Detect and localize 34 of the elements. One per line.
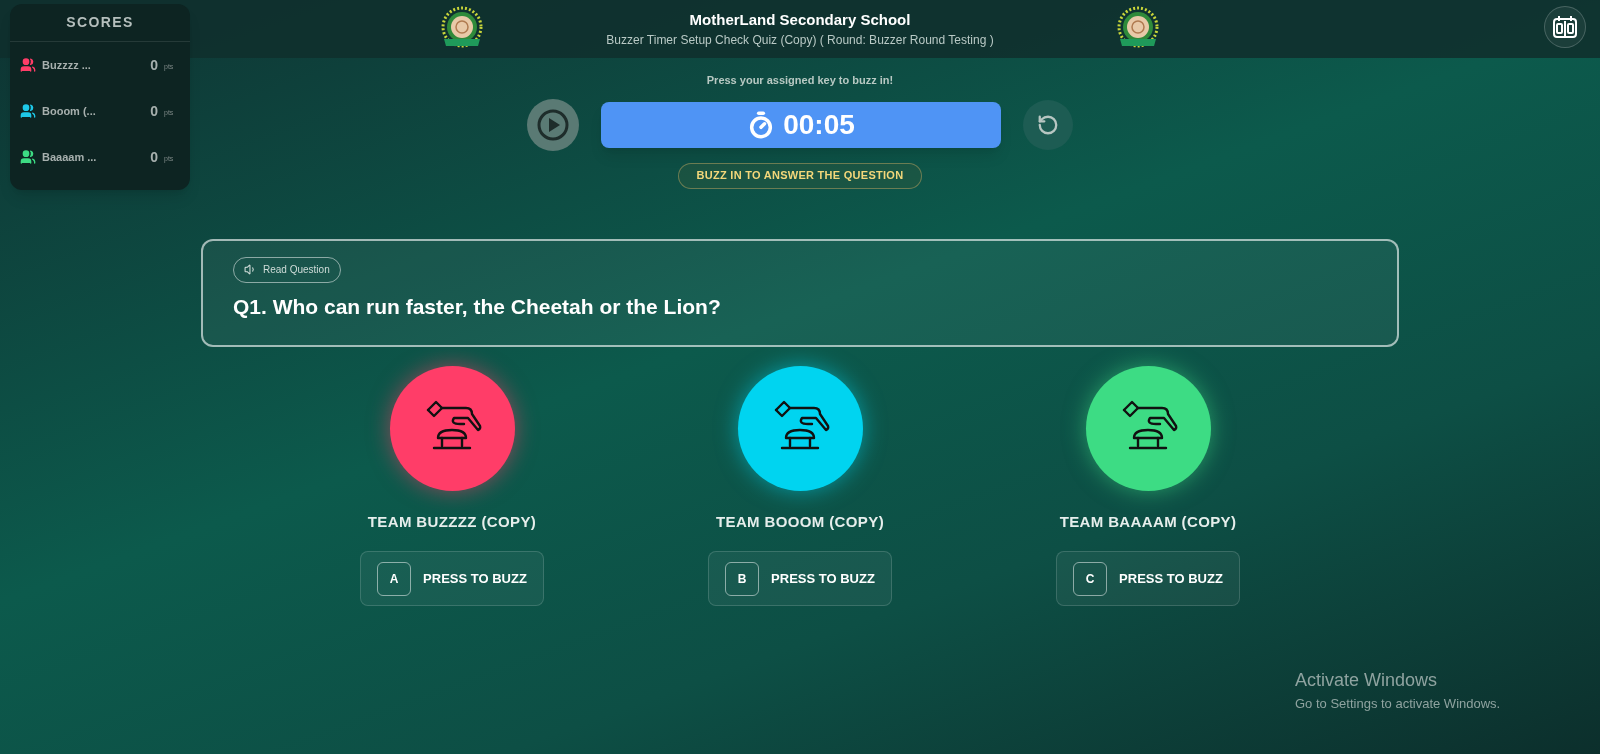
team-points: 0 [150,101,158,121]
team-label: TEAM BUZZZZ (COPY) [367,511,537,532]
reset-button[interactable] [1023,99,1073,150]
buzz-hint: Press your assigned key to buzz in! [706,73,894,88]
press-to-buzz-label: PRESS TO BUZZ [1119,569,1223,588]
key-badge: C [1073,561,1108,596]
question-text: Q1. Who can run faster, the Cheetah or the Lion? [233,293,721,320]
activate-windows-title: Activate Windows [1295,669,1439,692]
team-points: 0 [150,55,158,75]
team-name: Buzzzz ... [42,57,92,73]
team-label: TEAM BOOOM (COPY) [715,511,884,532]
key-badge: A [377,561,412,596]
team-name: Baaaam ... [42,149,98,165]
press-to-buzz-label: PRESS TO BUZZ [423,569,527,588]
press-to-buzz-button[interactable]: C PRESS TO BUZZ [1056,551,1240,606]
press-to-buzz-button[interactable]: B PRESS TO BUZZ [708,551,892,606]
buzz-status-badge: BUZZ IN TO ANSWER THE QUESTION [677,162,923,189]
scoreboard-icon [1552,15,1578,39]
school-title: MotherLand Secondary School [689,9,911,30]
scores-title: SCORES [66,13,134,32]
speaker-icon [244,263,257,276]
reset-icon [1037,113,1059,136]
team-points: 0 [150,147,158,167]
key-badge: B [725,561,760,596]
quiz-subtitle: Buzzer Timer Setup Check Quiz (Copy) ( Round: Buzzer Round Testing ) [606,32,994,50]
play-button[interactable] [527,98,579,151]
play-icon [536,107,570,142]
scoreboard-button[interactable] [1544,6,1586,48]
press-to-buzz-label: PRESS TO BUZZ [771,569,875,588]
timer-value: 00:05 [783,107,855,142]
team-label: TEAM BAAAAM (COPY) [1059,511,1237,532]
team-name: Booom (... [42,103,97,119]
activate-windows-text: Go to Settings to activate Windows. [1295,695,1501,713]
press-to-buzz-button[interactable]: A PRESS TO BUZZ [360,551,544,606]
